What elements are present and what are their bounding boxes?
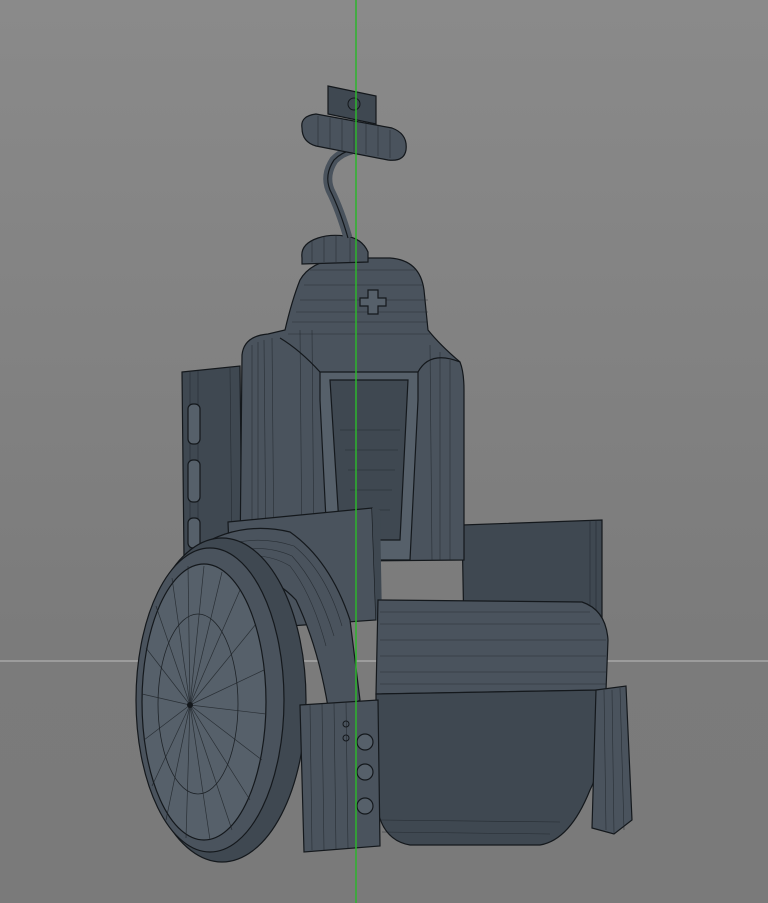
joystick-icon: [301, 85, 407, 265]
left-wheel: [135, 537, 307, 863]
3d-viewport[interactable]: [0, 0, 768, 903]
right-front-leg: [591, 685, 633, 835]
scene-svg: [0, 0, 768, 903]
wheelchair-model[interactable]: [135, 85, 633, 863]
front-cushion: [375, 599, 609, 695]
side-control-panel: [299, 699, 381, 853]
footrest: [375, 689, 603, 846]
